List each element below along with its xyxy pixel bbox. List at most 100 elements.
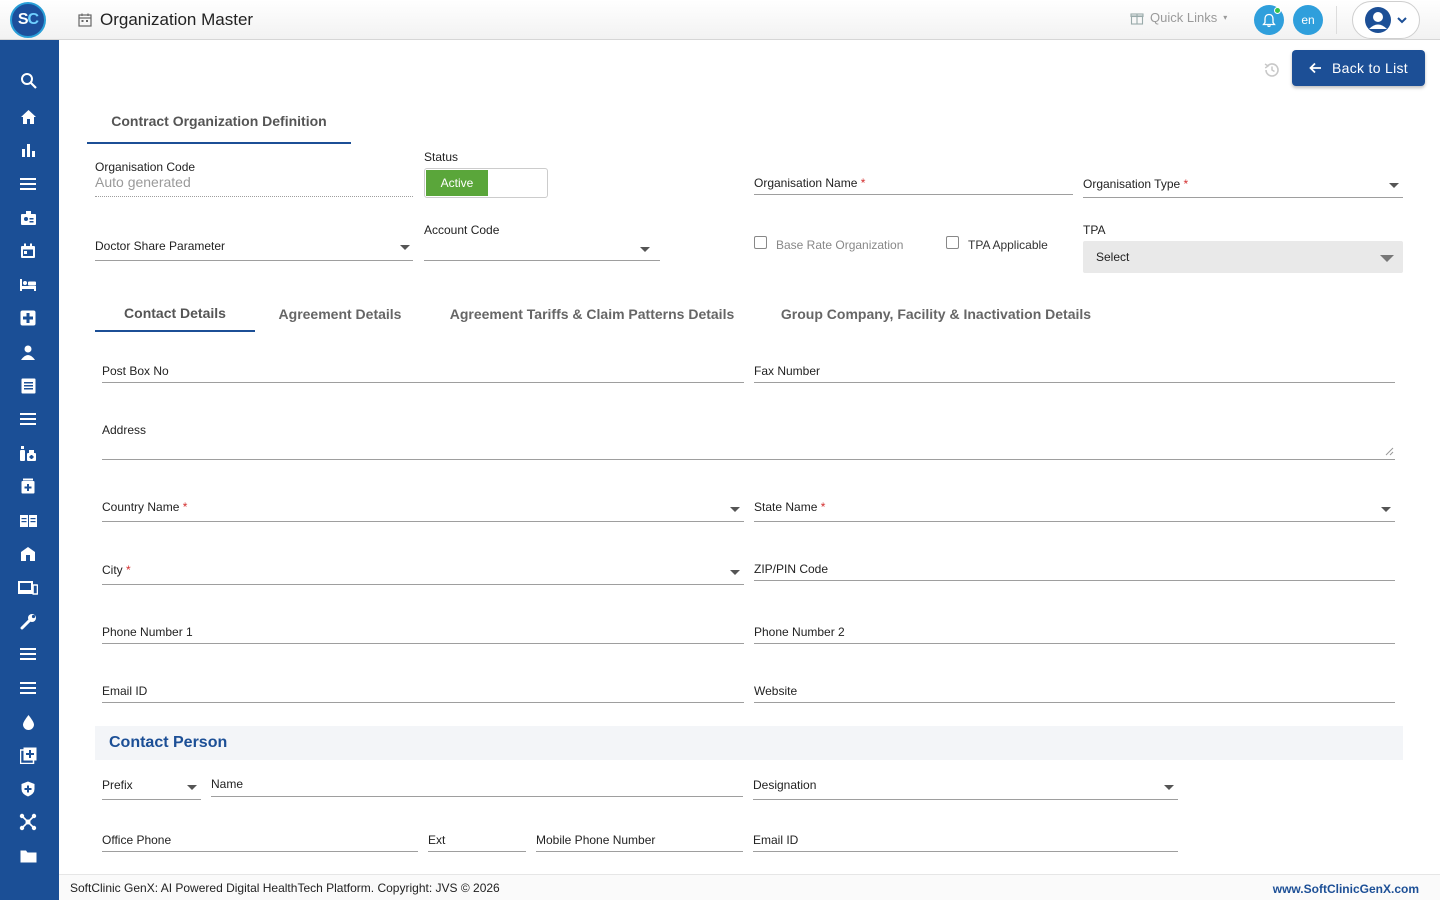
organisation-type-select[interactable]: Organisation Type * — [1083, 177, 1188, 191]
designation-select[interactable]: Designation — [753, 778, 816, 792]
resize-handle-icon[interactable] — [1384, 446, 1394, 456]
zip-underline — [754, 580, 1395, 581]
tab-agreement-details[interactable]: Agreement Details — [265, 296, 415, 332]
tpa-applicable-label: TPA Applicable — [968, 238, 1048, 252]
tab-group-company-facility[interactable]: Group Company, Facility & Inactivation D… — [770, 296, 1102, 332]
tab-contact-details[interactable]: Contact Details — [95, 296, 255, 332]
account-code-underline — [424, 260, 660, 261]
prefix-select[interactable]: Prefix — [102, 778, 133, 792]
tpa-label: TPA — [1083, 223, 1106, 237]
doctor-share-underline — [95, 260, 413, 261]
website-underline — [754, 702, 1395, 703]
office-phone-underline — [102, 851, 418, 852]
phone-number-2-field[interactable]: Phone Number 2 — [754, 625, 845, 639]
language-button[interactable]: en — [1293, 5, 1323, 35]
city-select[interactable]: City * — [102, 563, 131, 577]
devices-icon[interactable] — [18, 578, 38, 598]
base-rate-organization-checkbox[interactable] — [754, 236, 767, 249]
medicine-box-icon[interactable] — [18, 476, 38, 496]
home-icon[interactable] — [18, 107, 38, 127]
logo-letter-c: C — [27, 11, 40, 28]
office-phone-field[interactable]: Office Phone — [102, 833, 171, 847]
chevron-down-icon — [1380, 255, 1394, 262]
shield-icon[interactable] — [18, 779, 38, 799]
tpa-select[interactable]: Select — [1083, 241, 1403, 273]
fax-number-field[interactable]: Fax Number — [754, 364, 820, 378]
tab-agreement-tariffs[interactable]: Agreement Tariffs & Claim Patterns Detai… — [436, 296, 748, 332]
contact-person-section-title: Contact Person — [95, 726, 1403, 760]
required-mark: * — [820, 500, 826, 514]
organisation-code-underline — [95, 196, 413, 197]
email-id-field[interactable]: Email ID — [102, 684, 147, 698]
back-to-list-label: Back to List — [1332, 60, 1408, 76]
bed-icon[interactable] — [18, 275, 38, 295]
chevron-down-icon — [730, 507, 740, 512]
folder-icon[interactable] — [18, 846, 38, 866]
bell-icon — [1262, 13, 1276, 27]
tpa-applicable-checkbox[interactable] — [946, 236, 959, 249]
calendar-icon[interactable] — [18, 241, 38, 261]
wrench-icon[interactable] — [18, 611, 38, 631]
post-box-no-field[interactable]: Post Box No — [102, 364, 169, 378]
organisation-code-value: Auto generated — [95, 174, 191, 190]
document-icon[interactable] — [18, 376, 38, 396]
chevron-down-icon — [187, 785, 197, 790]
chevron-down-icon — [730, 570, 740, 575]
avatar-icon — [1365, 7, 1391, 33]
gift-icon — [1130, 12, 1144, 25]
quick-links-menu[interactable]: Quick Links ▾ — [1130, 10, 1227, 25]
status-label: Status — [424, 150, 459, 164]
required-mark: * — [182, 500, 188, 514]
country-name-select[interactable]: Country Name * — [102, 500, 187, 514]
organisation-type-underline — [1083, 197, 1403, 198]
add-box-icon[interactable] — [18, 745, 38, 765]
tab-contract-organization-definition[interactable]: Contract Organization Definition — [87, 100, 351, 144]
pharmacy-icon[interactable] — [18, 443, 38, 463]
app-logo[interactable]: SC — [10, 2, 46, 38]
state-underline — [754, 521, 1395, 522]
history-icon[interactable] — [1262, 60, 1282, 80]
phone-number-1-field[interactable]: Phone Number 1 — [102, 625, 193, 639]
chevron-down-icon[interactable] — [640, 247, 650, 252]
state-name-select[interactable]: State Name * — [754, 500, 825, 514]
notifications-button[interactable] — [1254, 5, 1284, 35]
website-field[interactable]: Website — [754, 684, 797, 698]
menu-icon[interactable] — [18, 174, 38, 194]
bar-chart-icon[interactable] — [18, 140, 38, 160]
top-header: SC Organization Master Quick Links ▾ en — [0, 0, 1440, 40]
doctor-share-parameter-select[interactable]: Doctor Share Parameter — [95, 239, 225, 253]
required-mark: * — [126, 563, 131, 577]
user-icon[interactable] — [18, 342, 38, 362]
network-icon[interactable] — [18, 812, 38, 832]
name-field[interactable]: Name — [211, 777, 243, 791]
chevron-down-icon — [1381, 507, 1391, 512]
mobile-phone-field[interactable]: Mobile Phone Number — [536, 833, 655, 847]
chevron-down-icon — [400, 245, 410, 250]
city-label: City — [102, 563, 123, 577]
book-icon[interactable] — [18, 510, 38, 530]
organisation-name-label: Organisation Name — [754, 176, 858, 190]
header-divider — [1336, 6, 1337, 34]
building-icon[interactable] — [18, 544, 38, 564]
menu-icon[interactable] — [18, 678, 38, 698]
back-to-list-button[interactable]: Back to List — [1292, 50, 1425, 86]
search-icon[interactable] — [18, 70, 38, 90]
email-underline — [102, 702, 744, 703]
drop-icon[interactable] — [18, 712, 38, 732]
menu-icon[interactable] — [18, 409, 38, 429]
medical-plus-icon[interactable] — [18, 308, 38, 328]
ext-field[interactable]: Ext — [428, 833, 445, 847]
address-field[interactable]: Address — [102, 423, 146, 437]
logo-letter-s: S — [17, 11, 29, 28]
contact-email-field[interactable]: Email ID — [753, 833, 798, 847]
footer-website-link[interactable]: www.SoftClinicGenX.com — [1273, 882, 1419, 896]
organisation-name-field[interactable]: Organisation Name * — [754, 176, 865, 190]
country-name-label: Country Name — [102, 500, 180, 514]
id-badge-icon[interactable] — [18, 208, 38, 228]
status-active-option[interactable]: Active — [426, 170, 488, 196]
menu-icon[interactable] — [18, 644, 38, 664]
organisation-type-label: Organisation Type — [1083, 177, 1181, 191]
profile-menu[interactable] — [1352, 1, 1420, 39]
zip-code-field[interactable]: ZIP/PIN Code — [754, 562, 828, 576]
status-toggle[interactable]: Active — [424, 168, 548, 198]
